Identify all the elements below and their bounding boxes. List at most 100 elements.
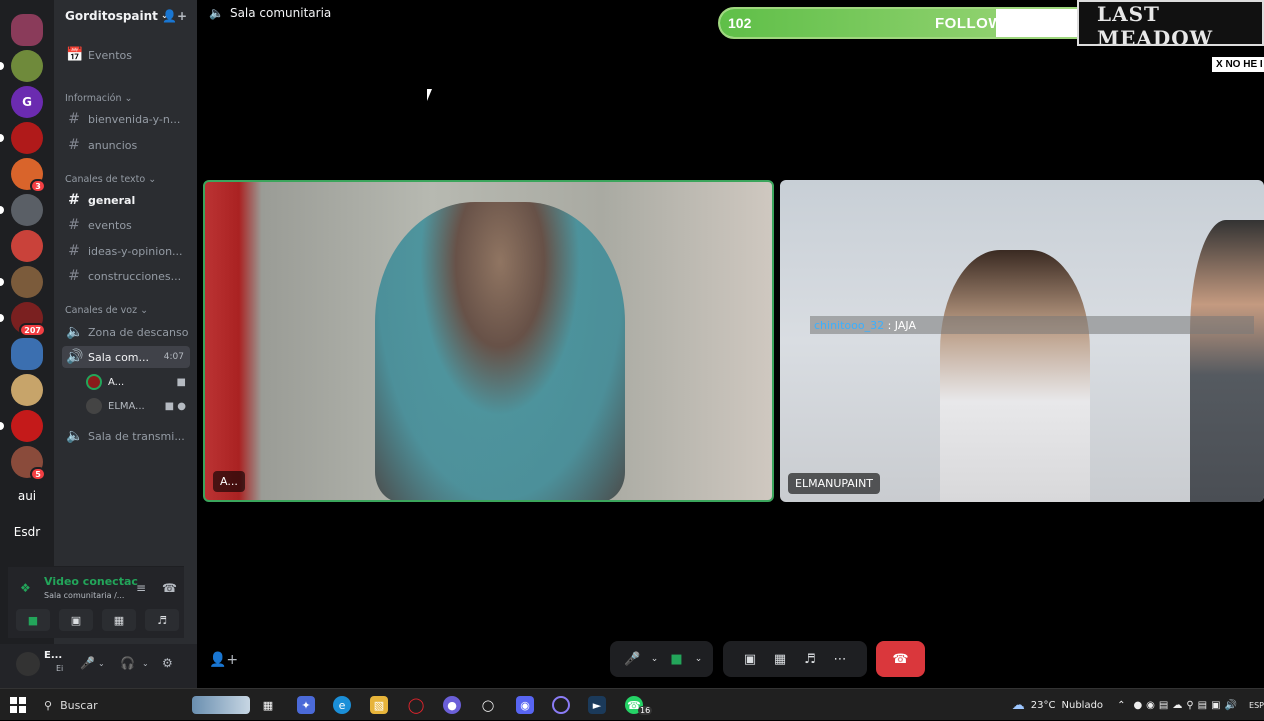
channel-bienvenida[interactable]: # bienvenida-y-n... [62, 108, 190, 130]
windows-start-icon[interactable] [10, 697, 26, 713]
app-icon[interactable] [552, 696, 570, 714]
server-header[interactable]: Gorditospaint ⌄ 👤+ [54, 0, 197, 32]
server-icon[interactable] [11, 14, 43, 46]
channel-anuncios[interactable]: # anuncios [62, 134, 190, 156]
activities-icon[interactable]: ▦ [765, 652, 795, 667]
opera-icon[interactable]: ◯ [407, 696, 425, 714]
search-icon: ⚲ [44, 698, 53, 712]
language-indicator[interactable]: ESP [1249, 701, 1264, 710]
channel-label: Sala de transmi... [88, 429, 185, 443]
server-icon[interactable]: 207 [0, 302, 46, 337]
server-folder-label[interactable]: Esdr [0, 525, 54, 539]
screen-share-icon[interactable]: ▣ [735, 652, 765, 667]
microphone-icon[interactable]: 🎤 [80, 656, 95, 670]
server-icon[interactable] [0, 194, 43, 226]
category-text[interactable]: Canales de texto ⌄ [65, 174, 156, 185]
app-icon[interactable]: ◯ [479, 696, 497, 714]
mention-badge: 3 [30, 179, 46, 193]
invite-icon[interactable]: 👤+ [209, 652, 238, 668]
disconnect-button[interactable]: ☎ [876, 641, 925, 677]
video-tile-2[interactable]: chinitooo_32 : JAJA ELMANUPAINT [780, 180, 1264, 502]
channel-construcciones[interactable]: # construcciones... [62, 265, 190, 287]
category-info[interactable]: Información ⌄ [65, 93, 132, 104]
stream-logo: LAST MEADOW [1077, 0, 1264, 46]
user-name: E... [44, 650, 63, 661]
chat-message: : JAJA [887, 318, 916, 332]
channel-eventos[interactable]: # eventos [62, 214, 190, 236]
copilot-icon[interactable]: ✦ [297, 696, 315, 714]
signal-icon: ❖ [20, 581, 31, 595]
camera-button[interactable]: ■ [16, 609, 50, 631]
steam-icon[interactable]: ► [588, 696, 606, 714]
tray-icons[interactable]: ●◉▤☁⚲▤▣🔊 [1133, 700, 1241, 711]
hash-icon: # [68, 243, 80, 259]
server-icon[interactable]: 3 [11, 158, 46, 193]
task-view-icon[interactable]: ▦ [259, 696, 277, 714]
voice-channel-zona[interactable]: 🔈 Zona de descanso [62, 321, 190, 343]
chat-username: chinitooo_32 [814, 318, 885, 332]
voice-channel-sala[interactable]: 🔊 Sala com... 4:07 [62, 346, 190, 368]
participant-video [1190, 220, 1264, 502]
events-item[interactable]: 📅 Eventos [62, 44, 190, 66]
user-bar: E... Ei 🎤 ⌄ 🎧 ⌄ ⚙ [0, 644, 197, 688]
screen-share-button[interactable]: ▣ [59, 609, 93, 631]
channel-label: construcciones... [88, 269, 182, 283]
search-highlight-image [192, 696, 250, 714]
category-voice[interactable]: Canales de voz ⌄ [65, 305, 148, 316]
soundboard-icon[interactable]: ♬ [795, 652, 825, 667]
more-icon[interactable]: ⋯ [825, 652, 855, 667]
server-icon[interactable]: G [11, 86, 43, 118]
channel-label: anuncios [88, 138, 138, 152]
weather-text[interactable]: Nublado [1062, 700, 1104, 711]
server-icon[interactable] [0, 122, 43, 154]
speaker-icon: 🔈 [66, 428, 84, 444]
noise-icon[interactable]: ≡ [136, 581, 146, 595]
participant-video [940, 250, 1090, 502]
chat-overlay-line: chinitooo_32 : JAJA [810, 316, 1254, 334]
file-explorer-icon[interactable]: ▧ [370, 696, 388, 714]
app-icon[interactable]: ● [443, 696, 461, 714]
channel-label: bienvenida-y-n... [88, 112, 181, 126]
chevron-down-icon[interactable]: ⌄ [98, 659, 105, 668]
server-icon[interactable] [0, 410, 43, 442]
server-name: Gorditospaint [65, 9, 158, 23]
edge-icon[interactable]: e [333, 696, 351, 714]
activities-button[interactable]: ▦ [102, 609, 136, 631]
server-icon[interactable] [11, 374, 43, 406]
call-timer: 4:07 [163, 352, 184, 362]
hang-up-icon: ☎ [892, 651, 909, 667]
voice-channel-transmi[interactable]: 🔈 Sala de transmi... [62, 425, 190, 447]
category-voice-label: Canales de voz [65, 305, 138, 316]
chevron-down-icon[interactable]: ⌄ [692, 654, 706, 664]
server-icon[interactable]: 5 [11, 446, 46, 481]
unread-pip [0, 314, 4, 322]
whatsapp-badge: 16 [638, 706, 653, 715]
server-icon[interactable] [0, 50, 43, 82]
soundboard-button[interactable]: ♬ [145, 609, 179, 631]
gear-icon[interactable]: ⚙ [162, 656, 173, 670]
server-folder-label[interactable]: aui [0, 489, 54, 503]
microphone-icon[interactable]: 🎤 [618, 652, 648, 667]
video-tile-1[interactable]: A... [203, 180, 774, 502]
unread-pip [0, 134, 4, 142]
add-member-icon[interactable]: 👤+ [162, 9, 187, 23]
weather-temp[interactable]: 23°C [1031, 700, 1056, 711]
chevron-down-icon[interactable]: ⌄ [648, 654, 662, 664]
voice-user-2[interactable]: ELMA... ■ ● [86, 396, 186, 416]
camera-icon[interactable]: ■ [662, 652, 692, 667]
avatar[interactable] [16, 652, 40, 676]
server-icon[interactable] [11, 230, 43, 262]
disconnect-icon[interactable]: ☎ [162, 581, 177, 595]
headphones-icon[interactable]: 🎧 [120, 656, 135, 670]
voice-user-1[interactable]: A... ■ [86, 372, 186, 392]
chevron-up-icon[interactable]: ⌃ [1117, 700, 1125, 711]
server-icon[interactable] [11, 338, 43, 370]
participant-name-tag: ELMANUPAINT [788, 473, 881, 494]
speaker-icon: 🔊 [66, 349, 84, 365]
discord-icon[interactable]: ◉ [516, 696, 534, 714]
chevron-down-icon[interactable]: ⌄ [142, 659, 149, 668]
channel-general[interactable]: # general [62, 189, 190, 211]
server-icon[interactable] [0, 266, 43, 298]
voice-status-subtitle[interactable]: Sala comunitaria /... [44, 591, 124, 600]
channel-ideas[interactable]: # ideas-y-opinion... [62, 240, 190, 262]
